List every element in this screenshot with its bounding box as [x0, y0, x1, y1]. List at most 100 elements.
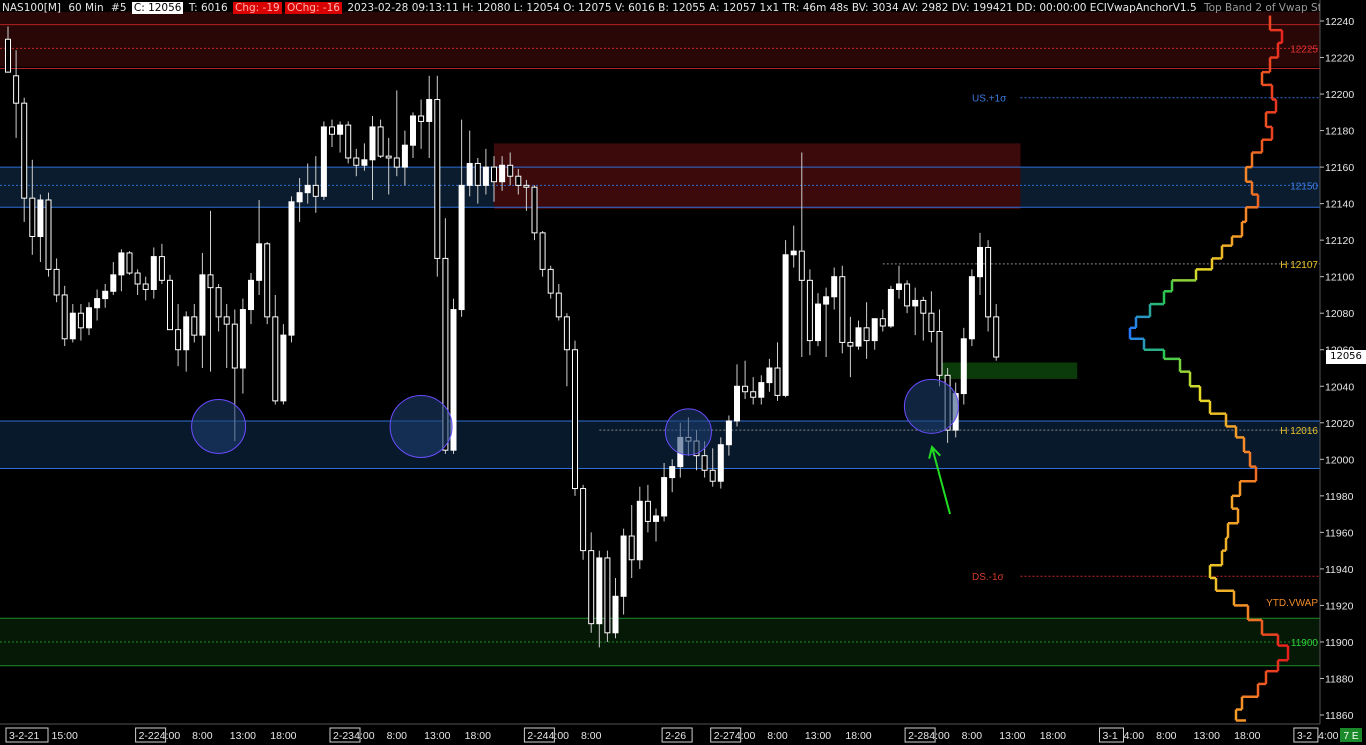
candle-body	[256, 243, 263, 281]
candle-body	[871, 318, 878, 342]
candle-body	[620, 535, 627, 597]
candle-body	[353, 157, 360, 166]
candle-body	[879, 318, 886, 327]
candle-body	[94, 298, 101, 309]
price-tick-label: 11920	[1325, 600, 1354, 612]
candle-body	[896, 283, 902, 290]
highlight-circle-2	[664, 408, 712, 456]
time-tick-label: 18:00	[465, 730, 491, 742]
price-tick-label: 11860	[1325, 710, 1354, 722]
candle-body	[207, 274, 214, 289]
candle-body	[790, 250, 797, 256]
candle-body	[150, 256, 157, 290]
candle-body	[839, 276, 846, 343]
candle-body	[774, 367, 781, 396]
price-chart[interactable]: 12225 US.+1σ 12150 H 12107 H 12016 DS.-1σ YTD.…	[0, 0, 1366, 745]
level-label-2: 12150	[1290, 181, 1318, 192]
candle-body	[102, 290, 109, 300]
time-tick-label: 4:00	[1318, 730, 1339, 742]
date-tick-label: 2-28	[908, 730, 929, 742]
ohlc-info: 2023-02-28 09:13:11 H: 12080 L: 12054 O:…	[347, 2, 1197, 14]
date-tick-label: 2-27	[714, 730, 735, 742]
candle-body	[110, 274, 117, 292]
candle-body	[86, 307, 92, 329]
candle-body	[750, 391, 757, 398]
price-tick-label: 12160	[1325, 162, 1354, 174]
candle-body	[766, 367, 773, 384]
candle-body	[936, 330, 943, 376]
candle-body	[572, 349, 578, 490]
time-tick-label: 8:00	[387, 730, 408, 742]
candle-body	[847, 341, 854, 347]
candle-body	[345, 124, 352, 159]
level-label-5: DS.-1σ	[972, 572, 1005, 583]
candle-body	[5, 38, 11, 73]
candle-body	[588, 550, 595, 625]
zone-4	[939, 362, 1078, 379]
candle-body	[142, 283, 149, 290]
change-value: Chg: -19	[233, 2, 282, 14]
candle-body	[604, 557, 611, 634]
price-tick-label: 12140	[1325, 199, 1354, 211]
level-label-1: US.+1σ	[972, 94, 1007, 105]
zone-2	[494, 143, 1021, 210]
time-tick-label: 18:00	[845, 730, 871, 742]
candle-body	[239, 309, 246, 369]
time-tick-label: 8:00	[192, 730, 213, 742]
candle-body	[29, 197, 36, 238]
candle-body	[158, 256, 165, 281]
candle-body	[329, 126, 335, 135]
candle-body	[369, 126, 376, 161]
price-tick-label: 11940	[1325, 564, 1354, 576]
level-label-0: 12225	[1290, 44, 1318, 55]
time-tick-label: 4:00	[160, 730, 181, 742]
candle-body	[644, 500, 651, 522]
candle-body	[482, 166, 489, 186]
candle-body	[77, 312, 84, 329]
date-tick-label: 2-24	[527, 730, 548, 742]
candle-body	[806, 279, 813, 342]
candle-body	[904, 283, 911, 307]
time-tick-label: 13:00	[230, 730, 256, 742]
candle-body	[223, 316, 230, 325]
time-tick-label: 4:00	[735, 730, 756, 742]
time-tick-label: 4:00	[354, 730, 375, 742]
candle-body	[993, 316, 1000, 358]
candle-body	[855, 327, 862, 347]
candle-body	[758, 382, 765, 398]
time-tick-label: 13:00	[999, 730, 1025, 742]
time-tick-label: 18:00	[1234, 730, 1260, 742]
price-tick-label: 12180	[1325, 126, 1354, 138]
candle-body	[126, 252, 133, 274]
candle-body	[296, 192, 303, 203]
last-price-tag: 12056	[1326, 350, 1366, 365]
price-tick-label: 12020	[1325, 418, 1354, 430]
candle-body	[661, 477, 668, 517]
highlight-circle-3	[903, 378, 959, 434]
candle-body	[515, 175, 522, 186]
price-tick-label: 12220	[1325, 53, 1354, 65]
candle-body	[53, 268, 60, 296]
time-tick-label: 18:00	[1040, 730, 1066, 742]
candle-body	[612, 595, 619, 634]
level-label-3: H 12107	[1280, 260, 1318, 271]
time-tick-label: 18:00	[270, 730, 296, 742]
candle-body	[831, 276, 838, 298]
candle-body	[815, 303, 821, 342]
candle-body	[304, 184, 311, 194]
candle-body	[37, 199, 44, 238]
price-tick-label: 12040	[1325, 381, 1354, 393]
price-tick-label: 11980	[1325, 491, 1354, 503]
candle-body	[191, 316, 198, 336]
chart-header: NAS100[M] 60 Min #5 C: 12056 T: 6016 Chg…	[0, 0, 1320, 16]
candle-body	[782, 254, 789, 396]
candle-body	[669, 466, 676, 479]
candle-body	[539, 232, 546, 270]
price-tick-label: 12100	[1325, 272, 1354, 284]
candle-body	[547, 268, 554, 294]
candle-body	[248, 279, 254, 311]
time-tick-label: 4:00	[549, 730, 570, 742]
candle-body	[531, 186, 538, 234]
symbol-label: NAS100[M]	[2, 2, 61, 14]
candle-body	[823, 296, 830, 305]
